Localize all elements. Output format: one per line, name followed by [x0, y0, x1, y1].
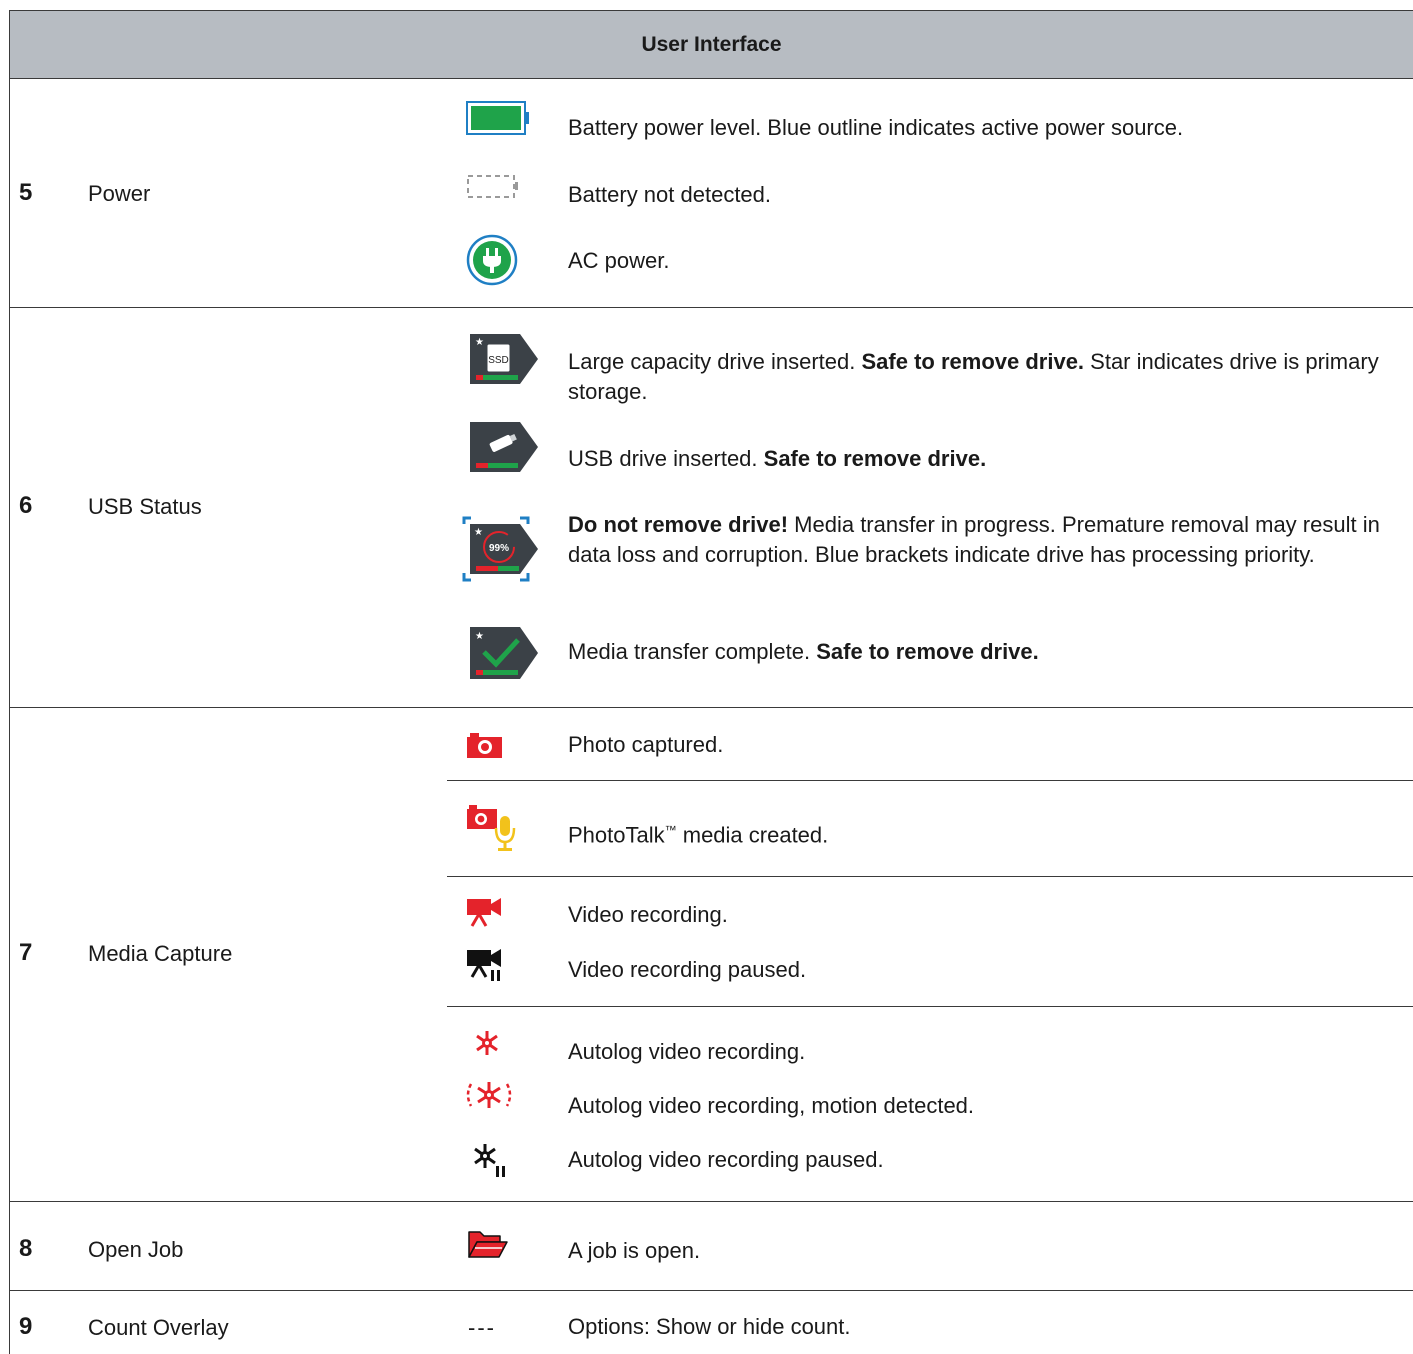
section-label: Power — [88, 181, 151, 206]
section-number: 6 — [19, 492, 33, 519]
section-label: Media Capture — [88, 941, 233, 966]
ac-power-desc: AC power. — [568, 248, 670, 273]
count-options-desc: Options: Show or hide count. — [568, 1314, 851, 1339]
subsection-divider — [447, 1006, 1413, 1007]
phototalk-desc: PhotoTalk™ media created. — [568, 822, 829, 848]
section-number: 9 — [19, 1313, 33, 1340]
section-label: Count Overlay — [88, 1315, 229, 1340]
svg-text:★: ★ — [475, 631, 484, 642]
autolog-desc: Autolog video recording. — [568, 1039, 806, 1064]
battery-missing-icon — [467, 175, 518, 198]
autolog-paused-icon — [474, 1144, 505, 1177]
battery-missing-desc: Battery not detected. — [568, 182, 772, 207]
section-divider — [10, 1290, 1413, 1291]
section-label: Open Job — [88, 1237, 184, 1262]
section-divider — [10, 1201, 1413, 1202]
usb-drive-desc: USB drive inserted. Safe to remove drive… — [568, 446, 987, 471]
video-paused-icon — [467, 949, 501, 981]
phototalk-icon — [467, 805, 516, 851]
large-drive-desc: Large capacity drive inserted. Safe to r… — [568, 349, 1379, 404]
transfer-complete-icon: ★ — [470, 627, 538, 679]
section-number: 5 — [19, 179, 33, 206]
autolog-paused-desc: Autolog video recording paused. — [568, 1147, 884, 1172]
progress-label: 99% — [489, 543, 509, 554]
autolog-motion-desc: Autolog video recording, motion detected… — [568, 1093, 975, 1118]
autolog-motion-icon — [466, 1082, 512, 1108]
open-job-desc: A job is open. — [568, 1238, 701, 1263]
transfer-in-progress-desc: Do not remove drive! Media transfer in p… — [568, 512, 1380, 567]
camera-icon — [467, 733, 502, 758]
count-dash: --- — [468, 1315, 496, 1340]
section-label: USB Status — [88, 494, 202, 519]
battery-level-desc: Battery power level. Blue outline indica… — [568, 115, 1184, 140]
subsection-divider — [447, 876, 1413, 877]
transfer-complete-desc: Media transfer complete. Safe to remove … — [568, 639, 1039, 664]
svg-text:★: ★ — [474, 527, 483, 538]
subsection-divider — [447, 780, 1413, 781]
open-folder-icon — [468, 1231, 508, 1258]
usb-drive-icon — [470, 422, 538, 472]
section-divider — [10, 307, 1413, 308]
photo-desc: Photo captured. — [568, 732, 724, 757]
section-number: 8 — [19, 1235, 33, 1262]
autolog-icon — [476, 1031, 498, 1055]
video-camera-icon — [467, 898, 501, 927]
video-recording-desc: Video recording. — [568, 902, 728, 927]
ssd-badge: SSD — [488, 355, 509, 366]
transfer-in-progress-icon: ★ 99% — [462, 516, 538, 582]
svg-text:★: ★ — [475, 337, 484, 348]
large-drive-icon: ★ SSD — [470, 334, 538, 384]
video-paused-desc: Video recording paused. — [568, 957, 807, 982]
table-header: User Interface — [10, 11, 1413, 79]
table-title: User Interface — [641, 32, 782, 56]
section-number: 7 — [19, 939, 33, 966]
battery-level-icon — [466, 101, 529, 135]
section-divider — [10, 707, 1413, 708]
ac-power-icon — [466, 234, 518, 286]
